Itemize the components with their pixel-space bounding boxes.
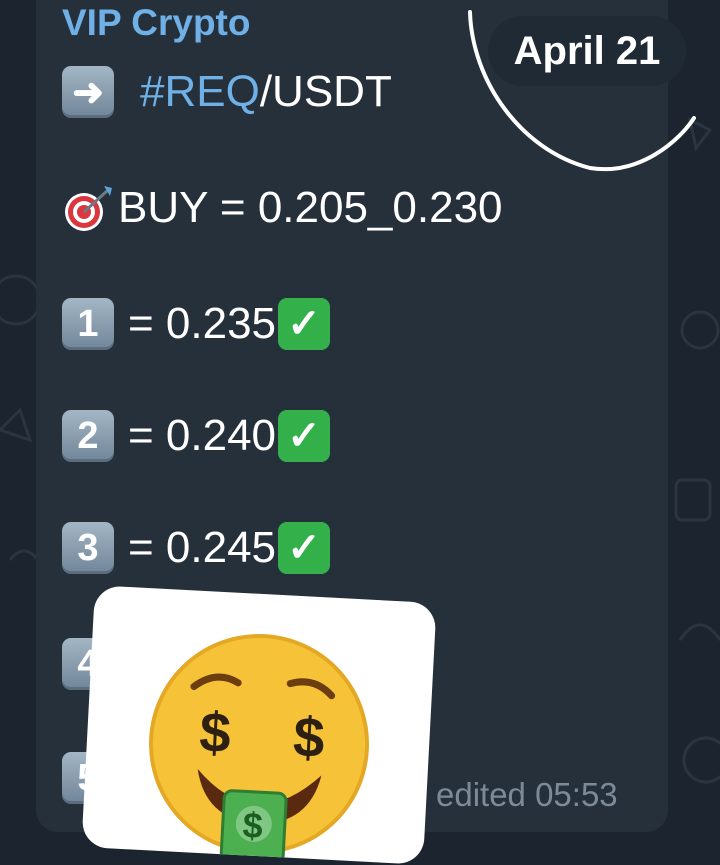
target-value-1: = 0.235 — [128, 299, 277, 348]
buy-range: BUY = 0.205_0.230 — [118, 183, 503, 232]
date-badge: April 21 — [488, 16, 686, 86]
money-mouth-face-icon: $ $ $ — [149, 634, 370, 865]
pair-suffix: /USDT — [259, 67, 392, 116]
keycap-2-icon: 2 — [62, 410, 114, 462]
keycap-3-icon: 3 — [62, 522, 114, 574]
svg-text:$: $ — [292, 705, 326, 770]
hashtag-link[interactable]: #REQ — [140, 67, 260, 117]
check-mark-icon: ✓ — [278, 298, 331, 350]
target-line-2: 2 = 0.240 ✓ — [62, 410, 331, 462]
direct-hit-icon — [65, 186, 112, 231]
edited-timestamp: edited 05:53 — [436, 776, 618, 813]
target-value-3: = 0.245 — [128, 523, 277, 572]
svg-text:$: $ — [242, 804, 264, 846]
buy-line: BUY = 0.205_0.230 — [62, 182, 503, 234]
check-mark-icon: ✓ — [278, 410, 331, 462]
pair-line: ➜ #REQ /USDT — [62, 66, 392, 118]
svg-text:$: $ — [198, 700, 232, 765]
sender-name[interactable]: VIP Crypto — [62, 2, 250, 44]
target-value-2: = 0.240 — [128, 411, 277, 460]
sticker: $ $ $ — [81, 585, 437, 865]
check-mark-icon: ✓ — [278, 522, 331, 574]
target-line-1: 1 = 0.235 ✓ — [62, 298, 331, 350]
target-line-3: 3 = 0.245 ✓ — [62, 522, 331, 574]
keycap-1-icon: 1 — [62, 298, 114, 350]
right-arrow-icon: ➜ — [62, 66, 114, 118]
